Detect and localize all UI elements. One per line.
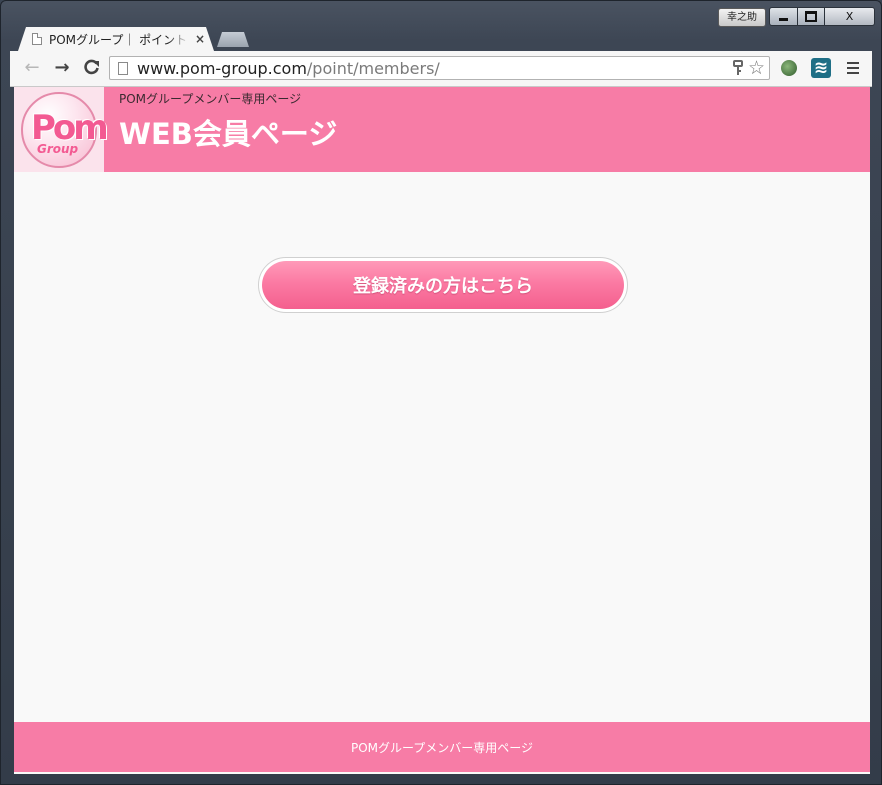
logo[interactable]: Pom Group: [14, 87, 109, 172]
logo-subtext: Group: [37, 141, 79, 156]
wave-extension-icon[interactable]: ≋: [811, 58, 831, 78]
window-controls: X: [769, 7, 875, 26]
tab-active[interactable]: POMグループ｜ ポイント ×: [18, 27, 214, 51]
footer-text: POMグループメンバー専用ページ: [350, 740, 534, 755]
back-button[interactable]: ←: [22, 58, 42, 78]
site-footer: POMグループメンバー専用ページ: [14, 722, 870, 772]
profile-badge[interactable]: 幸之助: [718, 8, 766, 27]
page-viewport: Pom Group POMグループメンバー専用ページ WEB会員ページ 登録済み…: [14, 87, 870, 774]
browser-window: 幸之助 X POMグループ｜ ポイント × ← → www.pom-group.…: [0, 0, 882, 785]
minimize-icon: [779, 17, 788, 21]
url-text[interactable]: www.pom-group.com/point/members/: [137, 59, 440, 79]
header-subtitle: POMグループメンバー専用ページ: [119, 92, 302, 106]
page-icon: [118, 62, 128, 75]
address-bar[interactable]: www.pom-group.com/point/members/ ☆: [109, 56, 770, 80]
url-path: /point/members/: [306, 59, 440, 78]
maximize-button[interactable]: [798, 7, 825, 26]
page-title: WEB会員ページ: [119, 117, 338, 151]
tab-title: POMグループ｜ ポイント: [49, 32, 188, 47]
logo-emblem: Pom Group: [21, 91, 109, 168]
site-header: Pom Group POMグループメンバー専用ページ WEB会員ページ: [14, 87, 870, 172]
minimize-button[interactable]: [769, 7, 798, 26]
tab-close-icon[interactable]: ×: [195, 32, 205, 46]
url-host: www.pom-group.com: [137, 59, 307, 78]
reload-icon: [83, 59, 99, 75]
page-icon: [32, 33, 42, 45]
forward-button[interactable]: →: [52, 58, 72, 78]
maximize-icon: [805, 11, 817, 22]
browser-toolbar: ← → www.pom-group.com/point/members/ ☆ ≋: [10, 51, 872, 87]
reload-button[interactable]: [81, 58, 101, 78]
key-icon[interactable]: [733, 60, 743, 80]
bookmark-star-icon[interactable]: ☆: [748, 57, 765, 79]
menu-icon[interactable]: [847, 62, 859, 77]
registered-login-button[interactable]: 登録済みの方はこちら: [262, 261, 624, 309]
globe-extension-icon[interactable]: [781, 60, 797, 76]
new-tab-button[interactable]: [217, 32, 249, 47]
close-icon: X: [845, 10, 854, 23]
login-button-frame: 登録済みの方はこちら: [258, 257, 628, 313]
close-window-button[interactable]: X: [825, 7, 875, 26]
